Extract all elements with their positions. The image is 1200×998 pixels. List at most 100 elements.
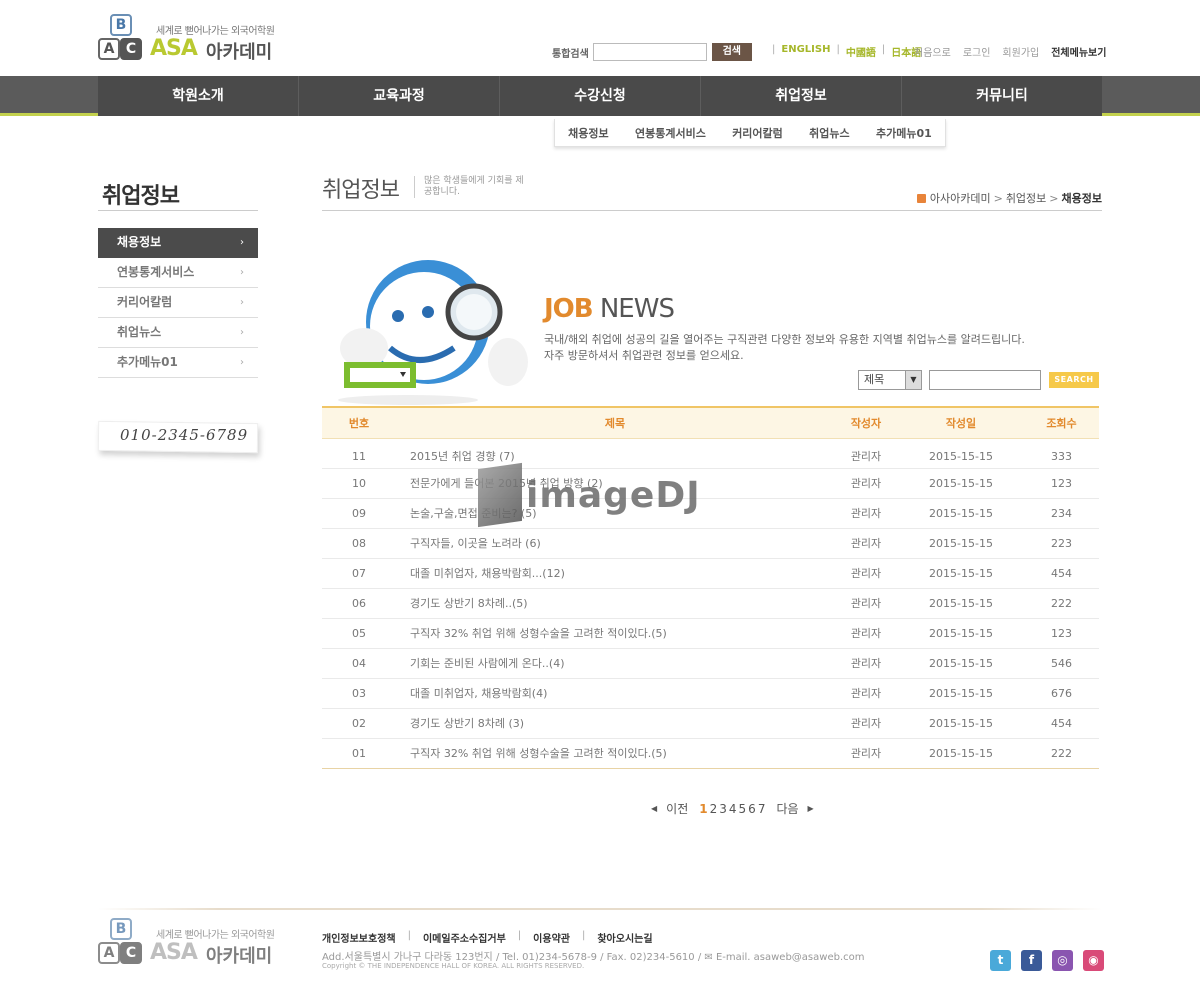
page-number-link[interactable]: 5	[739, 802, 747, 816]
table-row[interactable]: 11 2015년 취업 경향 (7) 관리자 2015-15-15 333	[322, 438, 1099, 469]
instagram-icon[interactable]: ◉	[1083, 950, 1104, 971]
page-number-link[interactable]: 3	[719, 802, 727, 816]
page-number-link[interactable]: 4	[729, 802, 737, 816]
table-row[interactable]: 02 경기도 상반기 8차례 (3) 관리자 2015-15-15 454	[322, 708, 1099, 739]
col-views: 조회수	[1024, 406, 1099, 439]
side-item-label: 채용정보	[117, 235, 162, 249]
row-number: 07	[322, 558, 396, 589]
nav-community[interactable]: 커뮤니티	[902, 76, 1102, 116]
title-divider	[414, 176, 415, 198]
search-field-select[interactable]: 제목 ▼	[858, 370, 922, 390]
table-row[interactable]: 10전문가에게 들어본 2015년 취업 방향 (2)관리자2015-15-15…	[322, 468, 1099, 499]
next-page-link[interactable]: 다음	[776, 800, 798, 817]
subnav-career-column[interactable]: 커리어칼럼	[732, 125, 783, 141]
sitemap-link[interactable]: 전체메뉴보기	[1051, 44, 1106, 59]
crumb-home[interactable]: 아사아카데미	[930, 190, 991, 206]
row-date: 2015-15-15	[898, 648, 1024, 679]
lang-english-link[interactable]: ENGLISH	[781, 44, 830, 59]
page-number-link[interactable]: 7	[758, 802, 766, 816]
side-item-recruit[interactable]: 채용정보 ›	[98, 228, 258, 258]
row-subject[interactable]: 대졸 미취업자, 채용박람회(4)	[396, 678, 834, 709]
row-subject[interactable]: 구직자 32% 취업 위해 성형수술을 고려한 적이있다.(5)	[396, 738, 834, 769]
login-link[interactable]: 로그인	[963, 44, 991, 59]
job-news-rest: NEWS	[592, 294, 675, 324]
logo[interactable]: B A C 세계로 뻗어나가는 외국어학원 ASA 아카데미	[98, 14, 278, 66]
logo-blocks-icon: B A C	[98, 918, 146, 968]
row-number: 08	[322, 528, 396, 559]
table-row[interactable]: 01 구직자 32% 취업 위해 성형수술을 고려한 적이있다.(5) 관리자 201…	[322, 738, 1099, 769]
facebook-icon[interactable]: f	[1021, 950, 1042, 971]
row-writer: 관리자	[834, 588, 898, 619]
row-subject[interactable]: 구직자 32% 취업 위해 성형수술을 고려한 적이있다.(5)	[396, 618, 834, 649]
row-number: 06	[322, 588, 396, 619]
crumb-section[interactable]: 취업정보	[1006, 190, 1046, 206]
board-search-input[interactable]	[929, 370, 1041, 390]
crumb-separator: >	[1049, 191, 1059, 205]
privacy-link[interactable]: 개인정보보호정책	[322, 930, 396, 945]
row-writer: 관리자	[834, 468, 898, 499]
table-row[interactable]: 09 논술,구술,면접 준비는? (5) 관리자 2015-15-15 234	[322, 498, 1099, 529]
table-row[interactable]: 03 대졸 미취업자, 채용박람회(4) 관리자 2015-15-15 676	[322, 678, 1099, 709]
side-item-career-column[interactable]: 커리어칼럼 ›	[98, 288, 258, 318]
row-date: 2015-15-15	[898, 588, 1024, 619]
subnav-recruit[interactable]: 채용정보	[568, 125, 608, 141]
page-number-link[interactable]: 2	[710, 802, 718, 816]
row-subject[interactable]: 2015년 취업 경향 (7)	[396, 438, 834, 469]
row-writer: 관리자	[834, 708, 898, 739]
top-search-button[interactable]: 검색	[711, 43, 752, 61]
board-search-button[interactable]: SEARCH	[1049, 372, 1099, 388]
subnav-job-news[interactable]: 취업뉴스	[809, 125, 849, 141]
row-subject[interactable]: 기회는 준비된 사람에게 온다..(4)	[396, 648, 834, 679]
page-number-link[interactable]: 1	[699, 802, 707, 816]
row-views: 123	[1024, 618, 1099, 649]
job-news-accent: JOB	[544, 294, 594, 324]
row-writer: 관리자	[834, 438, 898, 469]
subnav-extra[interactable]: 추가메뉴01	[876, 125, 932, 141]
nav-jobs[interactable]: 취업정보	[701, 76, 902, 116]
table-row[interactable]: 06 경기도 상반기 8차례..(5) 관리자 2015-15-15 222	[322, 588, 1099, 619]
phone-number: 010-2345-6789	[120, 426, 249, 444]
prev-page-link[interactable]: 이전	[666, 800, 688, 817]
col-writer: 작성자	[834, 406, 898, 439]
nav-courses[interactable]: 교육과정	[299, 76, 500, 116]
side-item-salary[interactable]: 연봉통계서비스 ›	[98, 258, 258, 288]
logo-tagline: 세계로 뻗어나가는 외국어학원	[156, 930, 275, 941]
row-subject[interactable]: 대졸 미취업자, 채용박람회...(12)	[396, 558, 834, 589]
subnav-salary[interactable]: 연봉통계서비스	[635, 125, 706, 141]
row-subject[interactable]: 경기도 상반기 8차례..(5)	[396, 588, 834, 619]
home-link[interactable]: 처음으로	[914, 44, 951, 59]
join-link[interactable]: 회원가입	[1002, 44, 1039, 59]
breadcrumb: 아사아카데미 > 취업정보 > 채용정보	[916, 190, 1102, 206]
row-date: 2015-15-15	[898, 618, 1024, 649]
table-row[interactable]: 05 구직자 32% 취업 위해 성형수술을 고려한 적이있다.(5) 관리자 201…	[322, 618, 1099, 649]
footer-copyright: Copyright © THE INDEPENDENCE HALL OF KOR…	[322, 962, 585, 970]
side-item-extra[interactable]: 추가메뉴01 ›	[98, 348, 258, 378]
page-description: 많은 학생들에게 기회를 제공합니다.	[424, 176, 524, 197]
side-item-job-news[interactable]: 취업뉴스 ›	[98, 318, 258, 348]
row-date: 2015-15-15	[898, 678, 1024, 709]
table-row[interactable]: 07 대졸 미취업자, 채용박람회...(12) 관리자 2015-15-15 454	[322, 558, 1099, 589]
twitter-icon[interactable]: t	[990, 950, 1011, 971]
nav-about[interactable]: 학원소개	[98, 76, 299, 116]
email-refusal-link[interactable]: 이메일주소수집거부	[423, 930, 506, 945]
page-number-link[interactable]: 6	[748, 802, 756, 816]
row-subject[interactable]: 경기도 상반기 8차례 (3)	[396, 708, 834, 739]
lang-chinese-link[interactable]: 中國語	[846, 44, 876, 59]
row-date: 2015-15-15	[898, 468, 1024, 499]
lnb-title: 취업정보	[102, 184, 180, 209]
job-news-desc-line2: 자주 방문하셔서 취업관련 정보를 얻으세요.	[544, 349, 744, 362]
search-field-value: 제목	[864, 373, 885, 386]
row-views: 546	[1024, 648, 1099, 679]
main-nav: 학원소개 교육과정 수강신청 취업정보 커뮤니티	[98, 76, 1102, 116]
row-subject[interactable]: 구직자들, 이곳을 노려라 (6)	[396, 528, 834, 559]
directions-link[interactable]: 찾아오시는길	[597, 930, 652, 945]
page-numbers: 1234567	[698, 802, 766, 816]
table-row[interactable]: 08 구직자들, 이곳을 노려라 (6) 관리자 2015-15-15 223	[322, 528, 1099, 559]
logo-asa: ASA	[150, 36, 198, 61]
nav-register[interactable]: 수강신청	[500, 76, 701, 116]
podcast-icon[interactable]: ◎	[1052, 950, 1073, 971]
terms-link[interactable]: 이용약관	[533, 930, 570, 945]
table-row[interactable]: 04 기회는 준비된 사람에게 온다..(4) 관리자 2015-15-15 546	[322, 648, 1099, 679]
top-search-input[interactable]	[592, 43, 707, 61]
watermark-text: imageDJ	[526, 474, 701, 516]
